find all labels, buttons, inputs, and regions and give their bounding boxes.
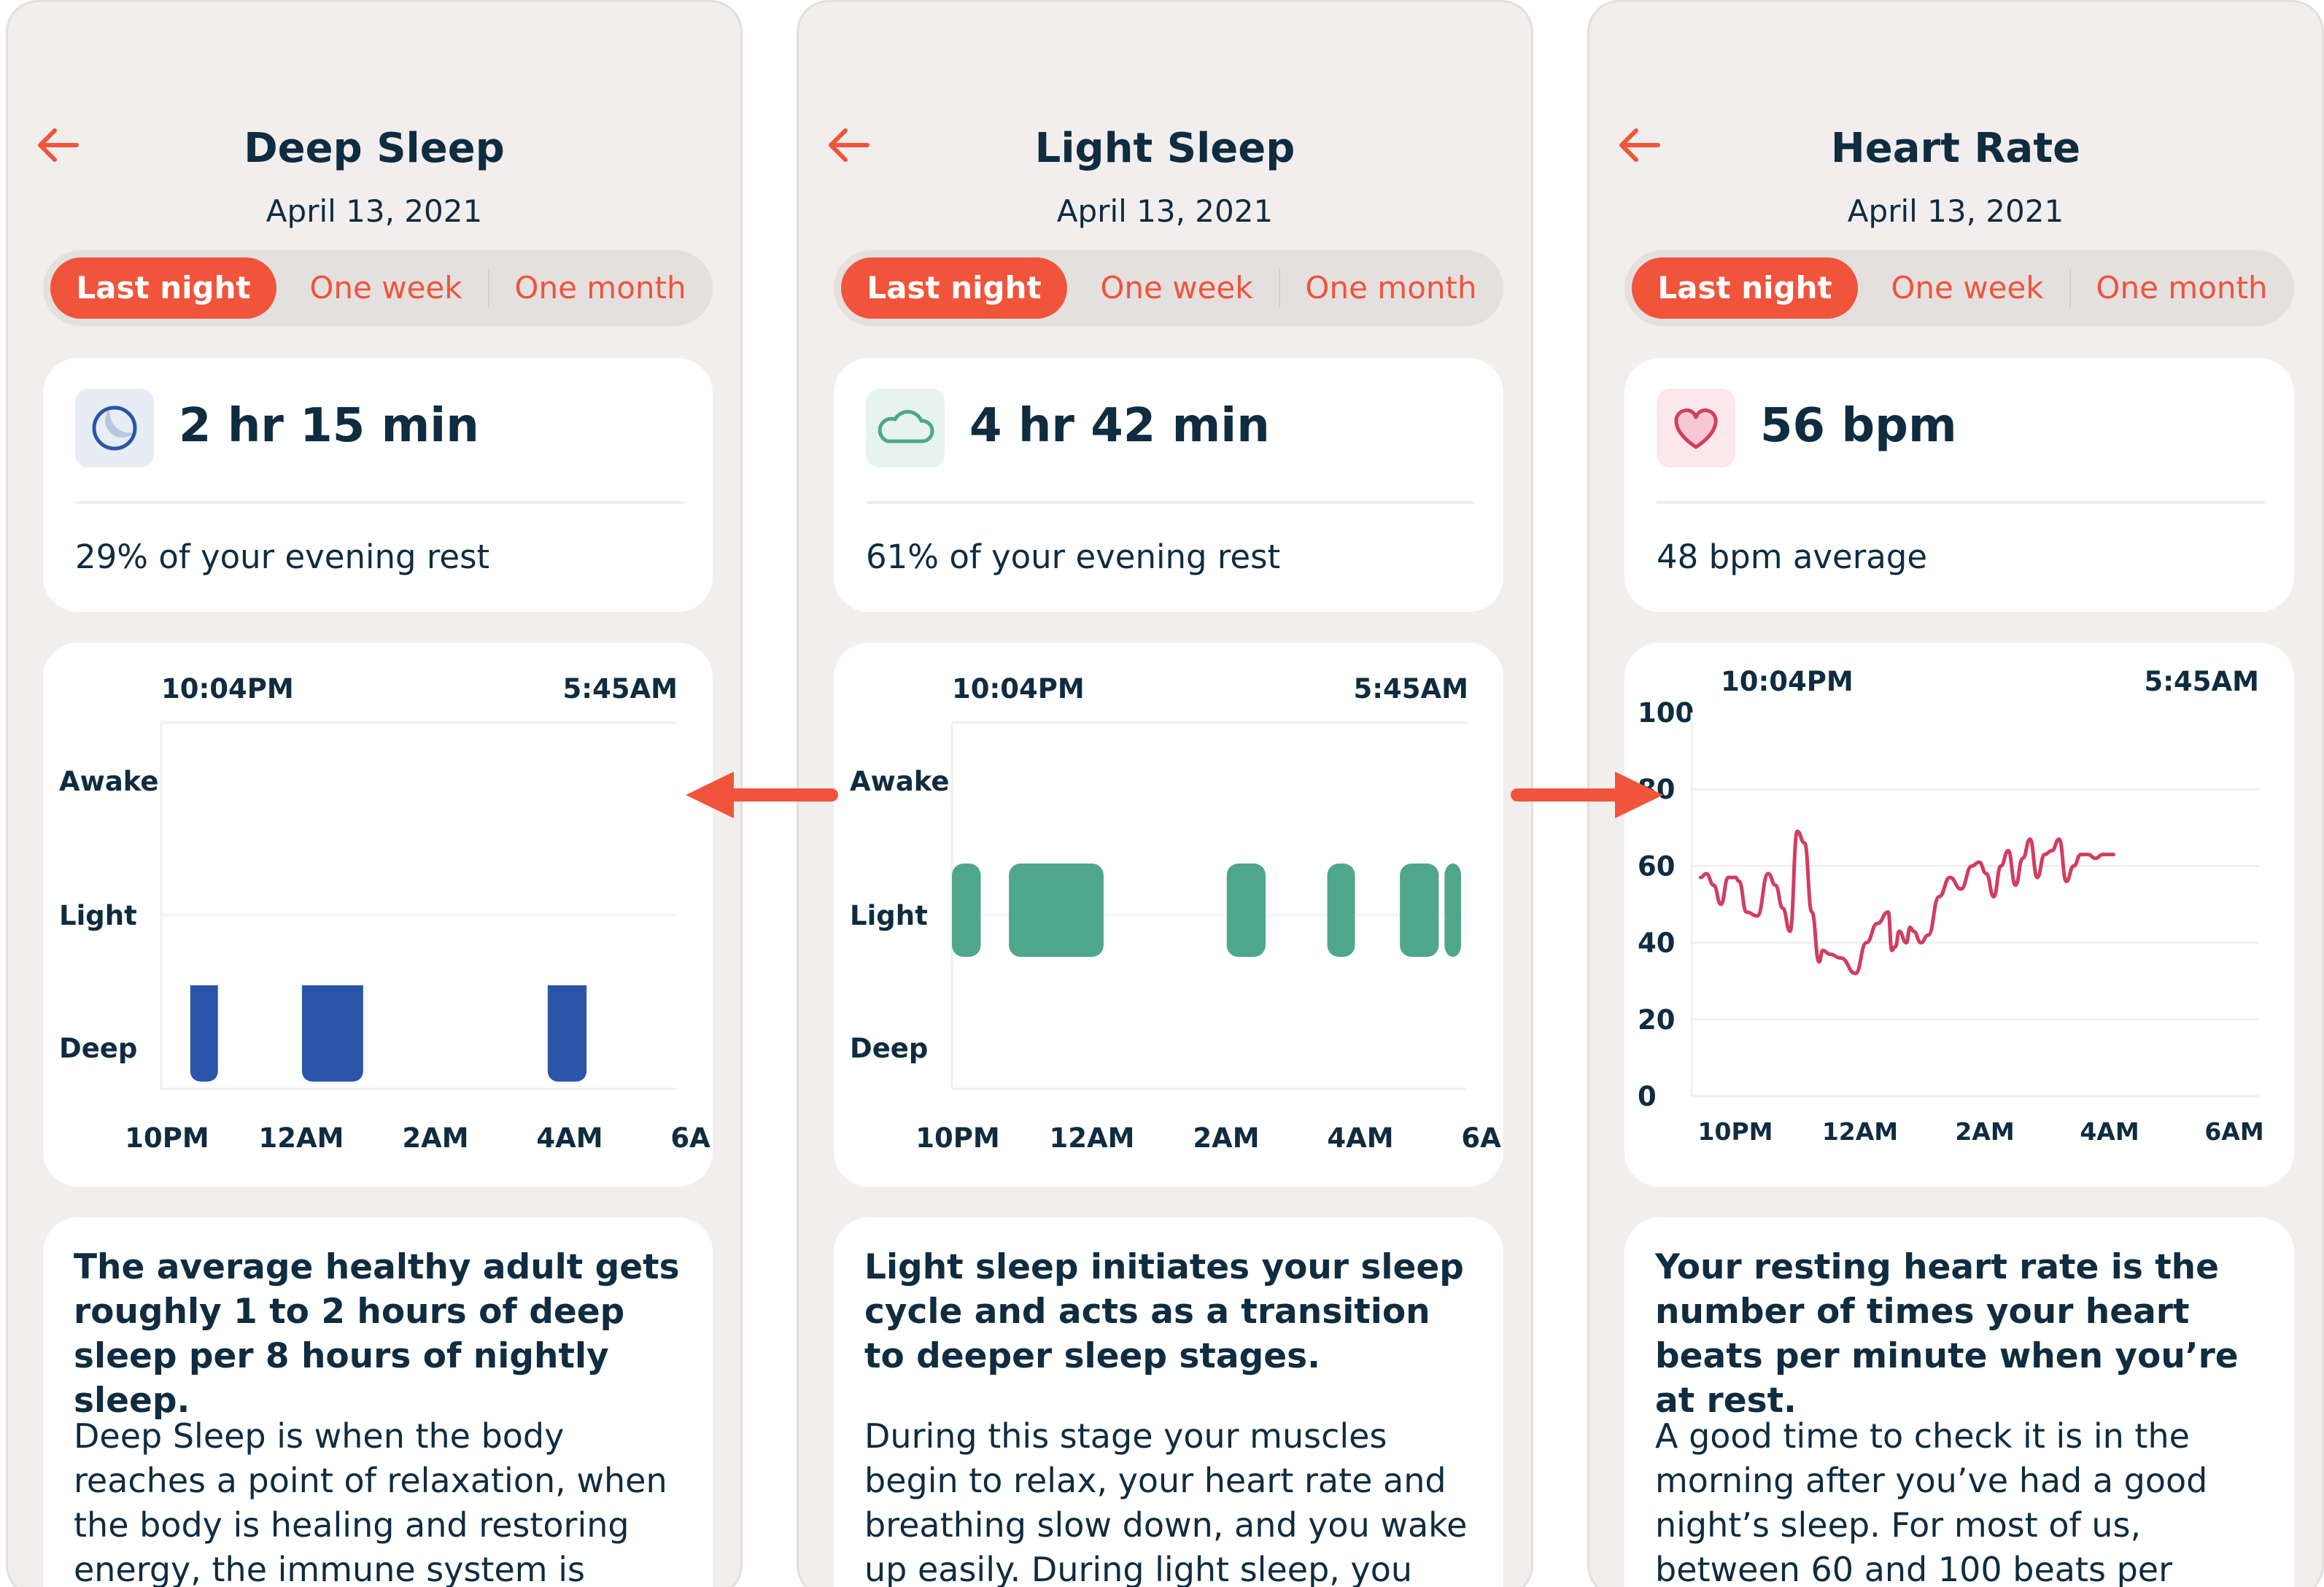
x-tick-label: 4AM [1327, 1122, 1393, 1154]
tab-last-night[interactable]: Last night [1632, 257, 1858, 319]
tab-last-night[interactable]: Last night [841, 257, 1067, 319]
x-tick-label: 6AM [2204, 1117, 2263, 1146]
screen-light-sleep: Light Sleep April 13, 2021 Last night On… [797, 0, 1533, 1587]
summary-card: 4 hr 42 min 61% of your evening rest [834, 358, 1503, 612]
range-selector: Last night One week One month [1624, 250, 2294, 326]
x-tick-label: 12AM [1822, 1117, 1898, 1146]
y-tick-label: 60 [1638, 850, 1676, 882]
deep-sleep-bar [190, 985, 218, 1082]
y-tick-label: Light [850, 900, 928, 931]
info-heading: The average healthy adult gets roughly 1… [74, 1247, 680, 1421]
info-body: During this stage your muscles begin to … [864, 1416, 1468, 1587]
stage-chart-card: 10:04PM 5:45AM Awake Light Deep 10PM 12AM 2AM… [43, 643, 713, 1187]
light-sleep-chart: 10:04PM 5:45AM Awake Light Deep 10PM 12AM 2AM… [850, 673, 1503, 1154]
metric-subtitle: 61% of your evening rest [866, 538, 1281, 576]
y-tick-label: Deep [850, 1033, 928, 1064]
y-tick-label: Awake [59, 766, 159, 797]
page-title: Deep Sleep [244, 125, 505, 172]
page-date: April 13, 2021 [1056, 193, 1274, 229]
x-tick-label: 10PM [125, 1122, 209, 1154]
deep-sleep-bar [547, 985, 587, 1082]
x-tick-label: 12AM [1050, 1122, 1135, 1154]
divider [75, 501, 683, 504]
info-card: Light sleep initiates your sleep cycle a… [834, 1217, 1503, 1587]
page-title: Heart Rate [1830, 125, 2081, 172]
tab-one-week[interactable]: One week [284, 257, 488, 319]
heart-chart-card: 10:04PM 5:45AM 0 20 40 60 80 100 10PM 12AM 2AM 4A… [1624, 643, 2294, 1187]
info-body: A good time to check it is in the mornin… [1655, 1416, 2208, 1587]
metric-value: 2 hr 15 min [179, 399, 479, 453]
x-tick-label: 12AM [259, 1122, 344, 1154]
page-date: April 13, 2021 [1847, 193, 2064, 229]
tab-last-night[interactable]: Last night [50, 257, 276, 319]
flow-arrow-left-icon [686, 772, 838, 818]
cloud-icon [866, 389, 945, 467]
metric-value: 56 bpm [1760, 399, 1957, 453]
flow-arrow-right-icon [1511, 772, 1663, 818]
range-selector: Last night One week One month [43, 250, 713, 326]
page-title: Light Sleep [1034, 125, 1295, 172]
segment-divider [1279, 269, 1280, 307]
metric-subtitle: 48 bpm average [1657, 538, 1928, 576]
light-sleep-bar [1327, 864, 1355, 957]
segment-divider [2069, 269, 2071, 307]
light-sleep-bar [1009, 864, 1104, 957]
divider [866, 501, 1474, 504]
tab-one-month[interactable]: One month [1282, 257, 1500, 319]
tab-one-month[interactable]: One month [2072, 257, 2291, 319]
y-tick-label: 0 [1638, 1081, 1657, 1112]
divider [1657, 501, 2265, 504]
light-sleep-bar [952, 864, 981, 957]
light-sleep-bar [1226, 864, 1266, 957]
y-tick-label: Awake [850, 766, 950, 797]
end-time-label: 5:45AM [1354, 673, 1469, 705]
x-tick-label: 2AM [1193, 1122, 1259, 1154]
range-selector: Last night One week One month [834, 250, 1503, 326]
page-date: April 13, 2021 [266, 193, 483, 229]
x-tick-label: 6AM [1461, 1122, 1503, 1154]
tab-one-week[interactable]: One week [1074, 257, 1279, 319]
start-time-label: 10:04PM [952, 673, 1085, 705]
deep-sleep-chart: 10:04PM 5:45AM Awake Light Deep 10PM 12AM 2AM… [59, 673, 713, 1154]
segment-divider [488, 269, 489, 307]
y-tick-label: 20 [1638, 1004, 1676, 1036]
info-heading: Light sleep initiates your sleep cycle a… [864, 1247, 1464, 1376]
heart-rate-line [1698, 829, 2116, 976]
metric-value: 4 hr 42 min [969, 399, 1270, 453]
x-tick-label: 6AM [670, 1122, 713, 1154]
heart-icon [1657, 389, 1735, 467]
x-tick-label: 2AM [402, 1122, 468, 1154]
y-tick-label: Deep [59, 1033, 137, 1064]
screen-heart-rate: Heart Rate April 13, 2021 Last night One… [1587, 0, 2324, 1587]
x-tick-label: 10PM [915, 1122, 999, 1154]
y-tick-label: 40 [1638, 928, 1676, 959]
start-time-label: 10:04PM [1721, 666, 1854, 697]
metric-subtitle: 29% of your evening rest [75, 538, 490, 576]
start-time-label: 10:04PM [161, 673, 294, 705]
tab-one-month[interactable]: One month [491, 257, 710, 319]
screen-deep-sleep: Deep Sleep April 13, 2021 Last night One… [6, 0, 743, 1587]
y-tick-label: Light [59, 900, 137, 931]
heart-rate-chart: 10:04PM 5:45AM 02040608010010PM 12AM 2AM 4A… [1638, 666, 2264, 1146]
x-tick-label: 4AM [536, 1122, 603, 1154]
deep-sleep-bar [301, 985, 363, 1082]
info-card: Your resting heart rate is the number of… [1624, 1217, 2294, 1587]
stage-chart-card: 10:04PM 5:45AM Awake Light Deep 10PM 12AM 2AM… [834, 643, 1503, 1187]
end-time-label: 5:45AM [563, 673, 678, 705]
info-heading: Your resting heart rate is the number of… [1655, 1247, 2239, 1421]
light-sleep-bar [1400, 864, 1439, 957]
summary-card: 56 bpm 48 bpm average [1624, 358, 2294, 612]
moon-icon [75, 389, 154, 467]
x-tick-label: 10PM [1698, 1117, 1773, 1146]
summary-card: 2 hr 15 min 29% of your evening rest [43, 358, 713, 612]
info-body: Deep Sleep is when the body reaches a po… [74, 1416, 667, 1587]
tab-one-week[interactable]: One week [1865, 257, 2069, 319]
x-tick-label: 2AM [1955, 1117, 2014, 1146]
y-tick-label: 100 [1638, 697, 1694, 729]
x-tick-label: 4AM [2080, 1117, 2139, 1146]
end-time-label: 5:45AM [2145, 666, 2260, 697]
light-sleep-bar [1444, 864, 1461, 957]
info-card: The average healthy adult gets roughly 1… [43, 1217, 713, 1587]
